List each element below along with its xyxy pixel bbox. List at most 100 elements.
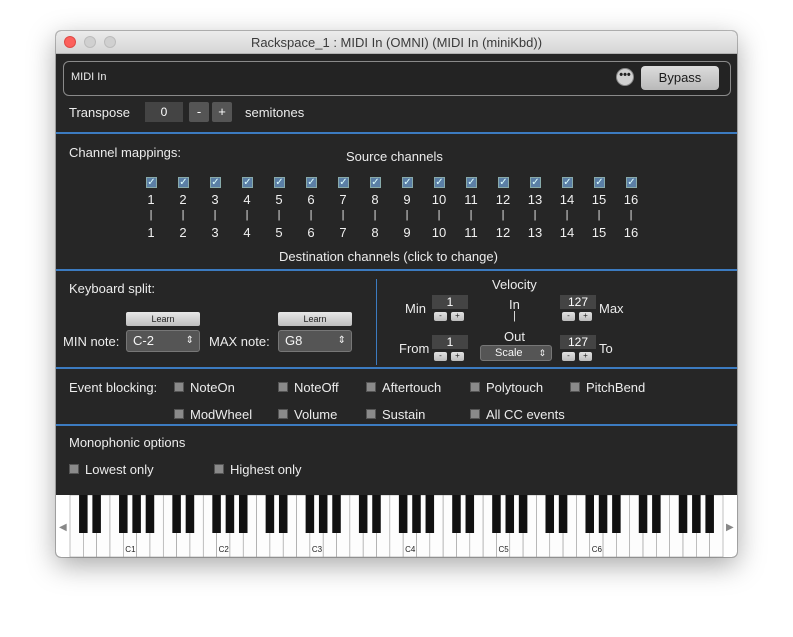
black-key[interactable] [119, 495, 128, 533]
block-checkbox[interactable] [174, 409, 184, 419]
black-key[interactable] [518, 495, 528, 533]
velocity-max-plus[interactable]: + [579, 312, 592, 321]
source-channel-checkbox[interactable]: ✓ [370, 177, 381, 188]
source-channel-checkbox[interactable]: ✓ [210, 177, 221, 188]
black-key[interactable] [492, 495, 501, 533]
velocity-from-minus[interactable]: - [434, 352, 447, 361]
velocity-to-minus[interactable]: - [562, 352, 575, 361]
black-key[interactable] [558, 495, 568, 533]
source-channel-checkbox[interactable]: ✓ [530, 177, 541, 188]
black-key[interactable] [585, 495, 594, 533]
more-options-button[interactable]: ••• [616, 68, 634, 86]
destination-channel-number[interactable]: 16 [620, 225, 642, 240]
destination-channel-number[interactable]: 8 [364, 225, 386, 240]
source-channel-checkbox[interactable]: ✓ [242, 177, 253, 188]
block-checkbox[interactable] [470, 382, 480, 392]
destination-channel-number[interactable]: 1 [140, 225, 162, 240]
destination-channel-number[interactable]: 9 [396, 225, 418, 240]
destination-channel-number[interactable]: 11 [460, 225, 482, 240]
source-channel-checkbox[interactable]: ✓ [306, 177, 317, 188]
black-key[interactable] [358, 495, 368, 533]
right-arrow-icon[interactable]: ▶ [726, 522, 734, 533]
black-key[interactable] [185, 495, 195, 533]
black-key[interactable] [332, 495, 341, 533]
velocity-max-value[interactable]: 127 [560, 295, 596, 309]
block-checkbox[interactable] [278, 382, 288, 392]
piano-keyboard[interactable]: ◀ ▶ C1 C2 C3 C4 C5 C6 [56, 494, 737, 557]
source-channel-checkbox[interactable]: ✓ [498, 177, 509, 188]
black-key[interactable] [692, 495, 701, 533]
black-key[interactable] [212, 495, 221, 533]
destination-channel-number[interactable]: 15 [588, 225, 610, 240]
source-channel-checkbox[interactable]: ✓ [146, 177, 157, 188]
velocity-from-value[interactable]: 1 [432, 335, 468, 349]
destination-channel-number[interactable]: 7 [332, 225, 354, 240]
block-checkbox[interactable] [174, 382, 184, 392]
black-key[interactable] [79, 495, 88, 533]
left-arrow-icon[interactable]: ◀ [59, 522, 67, 533]
transpose-minus-button[interactable]: - [189, 102, 209, 122]
destination-channel-number[interactable]: 10 [428, 225, 450, 240]
destination-channel-number[interactable]: 2 [172, 225, 194, 240]
black-key[interactable] [398, 495, 408, 533]
destination-channel-number[interactable]: 3 [204, 225, 226, 240]
block-checkbox[interactable] [470, 409, 480, 419]
highest-only-checkbox[interactable] [214, 464, 224, 474]
destination-channel-number[interactable]: 14 [556, 225, 578, 240]
velocity-mode-select[interactable]: Scale ⇕ [480, 345, 552, 361]
velocity-min-plus[interactable]: + [451, 312, 464, 321]
block-checkbox[interactable] [366, 409, 376, 419]
destination-channel-number[interactable]: 12 [492, 225, 514, 240]
block-checkbox[interactable] [570, 382, 580, 392]
destination-channel-number[interactable]: 6 [300, 225, 322, 240]
source-channel-checkbox[interactable]: ✓ [434, 177, 445, 188]
black-key[interactable] [598, 495, 608, 533]
velocity-min-value[interactable]: 1 [432, 295, 468, 309]
source-channel-checkbox[interactable]: ✓ [338, 177, 349, 188]
black-key[interactable] [132, 495, 141, 533]
source-channel-checkbox[interactable]: ✓ [274, 177, 285, 188]
destination-channel-number[interactable]: 5 [268, 225, 290, 240]
bypass-button[interactable]: Bypass [641, 66, 719, 90]
black-key[interactable] [225, 495, 235, 533]
black-key[interactable] [425, 495, 435, 533]
source-channel-checkbox[interactable]: ✓ [562, 177, 573, 188]
source-channel-checkbox[interactable]: ✓ [594, 177, 605, 188]
black-key[interactable] [318, 495, 328, 533]
black-key[interactable] [612, 495, 621, 533]
learn-max-button[interactable]: Learn [278, 312, 352, 326]
black-key[interactable] [652, 495, 661, 533]
black-key[interactable] [92, 495, 101, 533]
black-key[interactable] [465, 495, 475, 533]
black-key[interactable] [678, 495, 688, 533]
velocity-to-value[interactable]: 127 [560, 335, 596, 349]
lowest-only-checkbox[interactable] [69, 464, 79, 474]
source-channel-checkbox[interactable]: ✓ [178, 177, 189, 188]
block-checkbox[interactable] [278, 409, 288, 419]
black-key[interactable] [145, 495, 155, 533]
source-channel-checkbox[interactable]: ✓ [402, 177, 413, 188]
min-note-select[interactable]: C-2 ⇕ [126, 330, 200, 352]
velocity-max-minus[interactable]: - [562, 312, 575, 321]
destination-channel-number[interactable]: 4 [236, 225, 258, 240]
black-key[interactable] [238, 495, 248, 533]
black-key[interactable] [505, 495, 515, 533]
black-key[interactable] [265, 495, 275, 533]
destination-channel-number[interactable]: 13 [524, 225, 546, 240]
black-key[interactable] [545, 495, 555, 533]
source-channel-checkbox[interactable]: ✓ [466, 177, 477, 188]
black-key[interactable] [372, 495, 381, 533]
transpose-plus-button[interactable]: + [212, 102, 232, 122]
black-key[interactable] [638, 495, 648, 533]
black-key[interactable] [412, 495, 421, 533]
black-key[interactable] [452, 495, 461, 533]
black-key[interactable] [705, 495, 714, 533]
source-channel-checkbox[interactable]: ✓ [626, 177, 637, 188]
piano-keys[interactable]: ◀ ▶ C1 C2 C3 C4 C5 C6 [56, 494, 737, 557]
velocity-min-minus[interactable]: - [434, 312, 447, 321]
velocity-to-plus[interactable]: + [579, 352, 592, 361]
max-note-select[interactable]: G8 ⇕ [278, 330, 352, 352]
black-key[interactable] [305, 495, 315, 533]
black-key[interactable] [172, 495, 181, 533]
velocity-from-plus[interactable]: + [451, 352, 464, 361]
